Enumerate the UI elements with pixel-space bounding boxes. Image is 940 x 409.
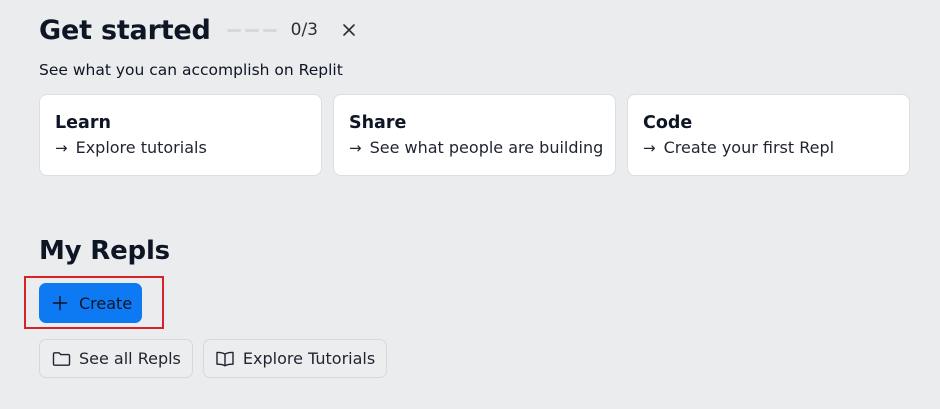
card-title: Code bbox=[643, 113, 693, 133]
get-started-cards: Learn → Explore tutorials Share → See wh… bbox=[39, 94, 910, 176]
card-title: Learn bbox=[55, 113, 111, 133]
card-learn[interactable]: Learn → Explore tutorials bbox=[39, 94, 322, 176]
create-button[interactable]: Create bbox=[39, 283, 142, 323]
explore-tutorials-label: Explore Tutorials bbox=[242, 349, 376, 368]
progress-segment bbox=[244, 28, 259, 32]
folder-icon bbox=[51, 349, 71, 369]
close-icon[interactable] bbox=[338, 19, 360, 41]
progress-segment bbox=[262, 28, 277, 32]
get-started-header: Get started 0/3 bbox=[39, 12, 360, 48]
plus-icon bbox=[51, 294, 69, 312]
card-link-label: Create your first Repl bbox=[663, 138, 835, 157]
card-link[interactable]: → Create your first Repl bbox=[643, 137, 894, 159]
card-title: Share bbox=[349, 113, 407, 133]
explore-tutorials-button[interactable]: Explore Tutorials bbox=[202, 339, 388, 378]
card-link-label: Explore tutorials bbox=[75, 138, 207, 157]
card-link[interactable]: → See what people are building bbox=[349, 137, 603, 159]
progress-count: 0/3 bbox=[290, 20, 318, 40]
progress-bar bbox=[226, 28, 277, 32]
see-all-repls-label: See all Repls bbox=[79, 349, 181, 368]
arrow-right-icon: → bbox=[349, 139, 362, 157]
book-icon bbox=[215, 349, 235, 369]
arrow-right-icon: → bbox=[55, 139, 68, 157]
card-link-label: See what people are building bbox=[369, 138, 604, 157]
see-all-repls-button[interactable]: See all Repls bbox=[39, 339, 193, 378]
repl-actions: See all Repls Explore Tutorials bbox=[39, 339, 388, 378]
arrow-right-icon: → bbox=[643, 139, 656, 157]
progress-segment bbox=[226, 28, 241, 32]
my-repls-title: My Repls bbox=[39, 236, 170, 266]
create-button-label: Create bbox=[79, 293, 133, 313]
card-share[interactable]: Share → See what people are building bbox=[333, 94, 616, 176]
get-started-title: Get started bbox=[39, 14, 211, 46]
get-started-subtitle: See what you can accomplish on Replit bbox=[39, 61, 343, 79]
card-code[interactable]: Code → Create your first Repl bbox=[627, 94, 910, 176]
card-link[interactable]: → Explore tutorials bbox=[55, 137, 306, 159]
